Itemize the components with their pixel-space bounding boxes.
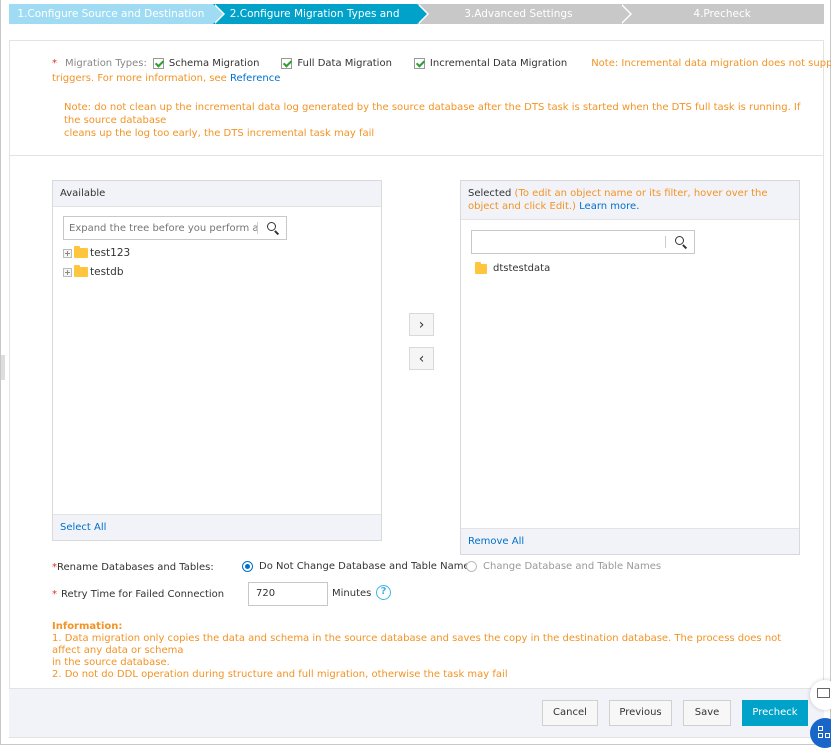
folder-icon [74, 246, 88, 258]
precheck-button[interactable]: Precheck [742, 700, 808, 726]
incremental-data-migration-checkbox[interactable]: Incremental Data Migration [413, 58, 568, 69]
help-icon[interactable]: ? [376, 585, 391, 600]
chat-icon [817, 688, 830, 698]
selected-panel-header: Selected (To edit an object name or its … [461, 181, 799, 220]
step-label: 1.Configure Source and Destination [17, 8, 205, 20]
selected-item-label: dtstestdata [493, 263, 551, 274]
radio-label: Do Not Change Database and Table Names [259, 561, 475, 572]
search-separator [257, 222, 258, 234]
available-search [63, 216, 287, 240]
apps-icon [825, 733, 830, 738]
radio-unselected-icon [466, 561, 477, 572]
radio-selected-icon [242, 561, 253, 572]
available-panel-footer: Select All [53, 514, 381, 540]
do-not-change-names-radio[interactable]: Do Not Change Database and Table Names [242, 561, 475, 572]
step-label: 2.Configure Migration Types and [229, 8, 400, 20]
tree-item[interactable]: testdb [63, 265, 124, 278]
rename-label: *Rename Databases and Tables: [52, 562, 214, 573]
tree-item-label: testdb [90, 266, 124, 278]
information-line: 2. Do not do DDL operation during struct… [52, 669, 508, 680]
selected-panel-footer: Remove All [461, 528, 799, 554]
tree-item-label: test123 [90, 247, 131, 259]
information-title: Information: [52, 621, 123, 632]
checkbox-checked-icon [281, 58, 293, 69]
previous-button[interactable]: Previous [609, 700, 672, 726]
remove-all-link[interactable]: Remove All [468, 536, 524, 547]
selected-title: Selected [468, 188, 512, 199]
information-block: Information: 1. Data migration only copi… [52, 621, 792, 681]
available-panel-header: Available [53, 181, 381, 207]
checkbox-label: Schema Migration [168, 58, 260, 69]
triggers-text: triggers. For more information, see [52, 73, 227, 84]
search-separator [665, 236, 666, 248]
retry-label-text: Retry Time for Failed Connection [61, 589, 225, 600]
step-precheck[interactable]: 4.Precheck [620, 4, 824, 24]
triggers-note: triggers. For more information, see Refe… [52, 73, 280, 84]
remove-from-selected-button[interactable]: ‹ [409, 347, 434, 370]
selected-panel: Selected (To edit an object name or its … [460, 180, 800, 555]
retry-time-input[interactable]: 720 [248, 582, 328, 606]
available-search-input[interactable] [64, 222, 257, 234]
side-scroll-handle[interactable] [1, 355, 5, 380]
step-advanced-settings[interactable]: 3.Advanced Settings [416, 4, 633, 24]
checkbox-label: Full Data Migration [297, 58, 392, 69]
apps-icon [818, 733, 823, 738]
folder-icon [74, 265, 88, 277]
retry-label: * Retry Time for Failed Connection [52, 589, 224, 600]
add-to-selected-button[interactable]: › [409, 313, 434, 336]
step-label: 4.Precheck [693, 8, 751, 20]
expand-icon[interactable] [63, 267, 72, 277]
selected-search [471, 230, 695, 254]
search-icon[interactable] [672, 233, 690, 251]
step-configure-source[interactable]: 1.Configure Source and Destination [9, 4, 225, 24]
migration-types-label: Migration Types: [65, 58, 147, 69]
step-label: 3.Advanced Settings [464, 8, 573, 20]
chevron-left-icon: ‹ [418, 350, 425, 367]
search-icon[interactable] [264, 219, 282, 237]
wizard-steps: 1.Configure Source and Destination 2.Con… [9, 4, 824, 24]
folder-icon [475, 261, 487, 274]
reference-link[interactable]: Reference [230, 73, 280, 84]
rename-label-text: Rename Databases and Tables: [57, 562, 214, 573]
radio-label: Change Database and Table Names [483, 561, 662, 572]
available-title: Available [60, 188, 106, 199]
selected-search-input[interactable] [472, 236, 665, 248]
migration-types-row: * Migration Types: Schema Migration Full… [52, 58, 831, 69]
expand-icon[interactable] [63, 248, 72, 258]
log-note-line: cleans up the log too early, the DTS inc… [64, 128, 375, 139]
chevron-right-icon: › [418, 316, 425, 333]
checkbox-checked-icon [413, 58, 425, 69]
cancel-button[interactable]: Cancel [542, 700, 598, 726]
full-data-migration-checkbox[interactable]: Full Data Migration [281, 58, 392, 69]
information-line: in the source database. [52, 657, 170, 668]
required-mark: * [52, 589, 57, 600]
log-note-line: Note: do not clean up the incremental da… [64, 102, 801, 126]
step-configure-migration-types[interactable]: 2.Configure Migration Types and [212, 4, 429, 24]
required-mark: * [52, 58, 57, 69]
footer-bar: Cancel Previous Save Precheck [9, 688, 824, 738]
schema-migration-checkbox[interactable]: Schema Migration [152, 58, 260, 69]
learn-more-link[interactable]: Learn more. [579, 201, 639, 212]
log-cleanup-note: Note: do not clean up the incremental da… [64, 101, 804, 140]
checkbox-label: Incremental Data Migration [429, 58, 568, 69]
apps-icon [818, 726, 823, 731]
available-panel: Available test123 testdb Select All [52, 180, 382, 541]
retry-unit: Minutes [332, 588, 372, 599]
save-button[interactable]: Save [683, 700, 731, 726]
change-names-radio[interactable]: Change Database and Table Names [466, 561, 661, 572]
incremental-note: Note: Incremental data migration does no… [591, 58, 831, 69]
select-all-link[interactable]: Select All [60, 522, 106, 533]
section-divider [10, 155, 823, 156]
main-content: * Migration Types: Schema Migration Full… [9, 40, 831, 690]
information-line: 1. Data migration only copies the data a… [52, 633, 782, 656]
tree-item[interactable]: test123 [63, 246, 131, 259]
dts-migration-wizard: 1.Configure Source and Destination 2.Con… [0, 0, 831, 748]
selected-item[interactable]: dtstestdata [475, 261, 551, 274]
checkbox-checked-icon [152, 58, 164, 69]
apps-button[interactable] [810, 718, 831, 748]
